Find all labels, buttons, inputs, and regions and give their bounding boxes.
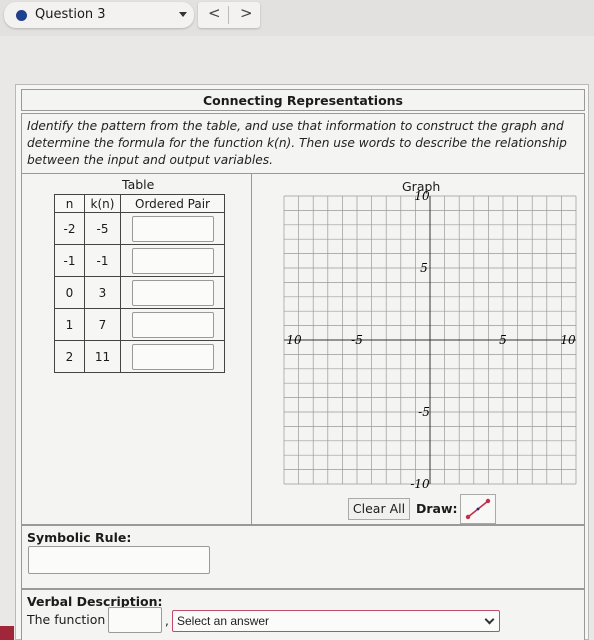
comma-text: ,	[165, 614, 169, 628]
cell-n: 2	[54, 340, 85, 373]
verbal-description-section: Verbal Description: The function , Selec…	[21, 589, 585, 640]
function-name-input[interactable]	[108, 607, 162, 633]
coordinate-grid[interactable]: 10 5 10 -5 5 10 -5 -10	[254, 174, 584, 496]
cell-n: 0	[54, 276, 85, 309]
symbolic-rule-input[interactable]	[28, 546, 210, 574]
chevron-down-icon	[484, 614, 495, 625]
cell-ordered-pair	[120, 212, 225, 245]
ordered-pair-input[interactable]	[131, 311, 214, 338]
question-panel: Connecting Representations Identify the …	[15, 84, 589, 640]
cell-k: -5	[84, 212, 121, 245]
cell-n: 1	[54, 308, 85, 341]
draw-label: Draw:	[416, 501, 458, 516]
tick-label-y-lower: -5	[418, 405, 430, 419]
corner-accent	[0, 626, 14, 640]
title-box: Connecting Representations	[21, 89, 585, 111]
ordered-pair-input[interactable]	[131, 343, 214, 370]
line-segment-icon	[465, 498, 491, 520]
cell-n: -1	[54, 244, 85, 277]
cell-k: 11	[84, 340, 121, 373]
table-row: 2 11	[54, 340, 225, 373]
previous-question-button[interactable]: <	[208, 4, 221, 22]
table-header-row: n k(n) Ordered Pair	[54, 194, 225, 213]
symbolic-rule-label: Symbolic Rule:	[27, 530, 132, 545]
tick-label-x-inner-left: -5	[351, 333, 363, 347]
table-title: Table	[122, 177, 155, 192]
graph-area: Graph 10 5 10 -5 5 10 -5 -10 Clear All D…	[254, 174, 584, 526]
header-n: n	[54, 194, 85, 213]
nav-divider	[228, 6, 229, 24]
symbolic-rule-section: Symbolic Rule:	[21, 525, 585, 589]
data-table: n k(n) Ordered Pair -2 -5 -1 -1 0 3 1 7 …	[54, 194, 225, 373]
tick-label-x-right: 10	[560, 333, 576, 347]
question-selector[interactable]: Question 3	[4, 2, 194, 28]
question-label: Question 3	[35, 7, 106, 22]
ordered-pair-input[interactable]	[131, 215, 214, 242]
verbal-prefix-text: The function	[27, 612, 106, 627]
cell-ordered-pair	[120, 340, 225, 373]
header-ordered-pair: Ordered Pair	[120, 194, 225, 213]
table-row: -2 -5	[54, 212, 225, 245]
clear-all-button[interactable]: Clear All	[348, 498, 410, 520]
cell-ordered-pair	[120, 244, 225, 277]
draw-line-tool-button[interactable]	[460, 494, 496, 524]
next-question-button[interactable]: >	[240, 4, 253, 22]
tick-label-y-upper: 5	[420, 261, 428, 275]
table-row: 1 7	[54, 308, 225, 341]
top-bar: Question 3 < >	[0, 0, 594, 36]
table-area: Table n k(n) Ordered Pair -2 -5 -1 -1 0 …	[22, 174, 252, 526]
cell-k: 3	[84, 276, 121, 309]
panel-title: Connecting Representations	[202, 93, 403, 108]
cell-n: -2	[54, 212, 85, 245]
cell-k: -1	[84, 244, 121, 277]
relationship-select[interactable]: Select an answer	[172, 610, 500, 632]
question-status-dot	[16, 10, 27, 21]
tick-label-x-left: 10	[286, 333, 302, 347]
instructions-box: Identify the pattern from the table, and…	[21, 113, 585, 175]
table-row: -1 -1	[54, 244, 225, 277]
caret-down-icon	[179, 12, 187, 17]
ordered-pair-input[interactable]	[131, 247, 214, 274]
instructions-text: Identify the pattern from the table, and…	[27, 119, 567, 167]
tick-label-y-top: 10	[414, 189, 430, 203]
work-area: Table n k(n) Ordered Pair -2 -5 -1 -1 0 …	[21, 173, 585, 526]
tick-label-x-inner-right: 5	[499, 333, 507, 347]
select-value: Select an answer	[177, 614, 270, 628]
tick-label-y-bottom: -10	[410, 477, 430, 491]
table-row: 0 3	[54, 276, 225, 309]
header-k: k(n)	[84, 194, 121, 213]
cell-ordered-pair	[120, 308, 225, 341]
cell-ordered-pair	[120, 276, 225, 309]
ordered-pair-input[interactable]	[131, 279, 214, 306]
question-nav: < >	[198, 2, 260, 28]
cell-k: 7	[84, 308, 121, 341]
